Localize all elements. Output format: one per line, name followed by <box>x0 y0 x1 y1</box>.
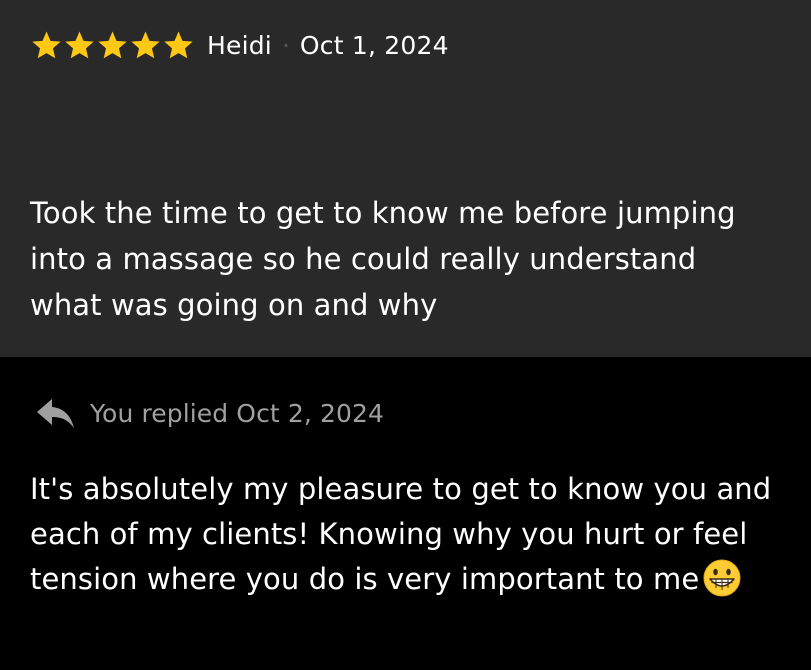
reply-header: You replied Oct 2, 2024 <box>34 395 384 431</box>
reply-meta: You replied Oct 2, 2024 <box>90 398 384 428</box>
star-icon <box>32 30 61 58</box>
header-separator: · <box>281 30 290 60</box>
review-text: Took the time to get to know me before j… <box>30 196 736 322</box>
grinning-face-emoji <box>703 559 741 597</box>
review-date: Oct 1, 2024 <box>299 30 449 60</box>
star-icon <box>164 30 193 58</box>
star-icon <box>131 30 160 58</box>
star-icon <box>65 30 94 58</box>
review-header: Heidi · Oct 1, 2024 <box>30 25 449 65</box>
reply-body: It's absolutely my pleasure to get to kn… <box>30 472 772 596</box>
star-rating <box>30 29 195 62</box>
reply-arrow-icon <box>37 399 74 428</box>
reviewer-name: Heidi <box>207 30 272 60</box>
reply-section: You replied Oct 2, 2024 It's absolutely … <box>0 357 811 670</box>
review-card: Heidi · Oct 1, 2024 Took the time to get… <box>0 0 811 357</box>
reply-text: It's absolutely my pleasure to get to kn… <box>30 467 790 602</box>
star-icon <box>98 30 127 58</box>
